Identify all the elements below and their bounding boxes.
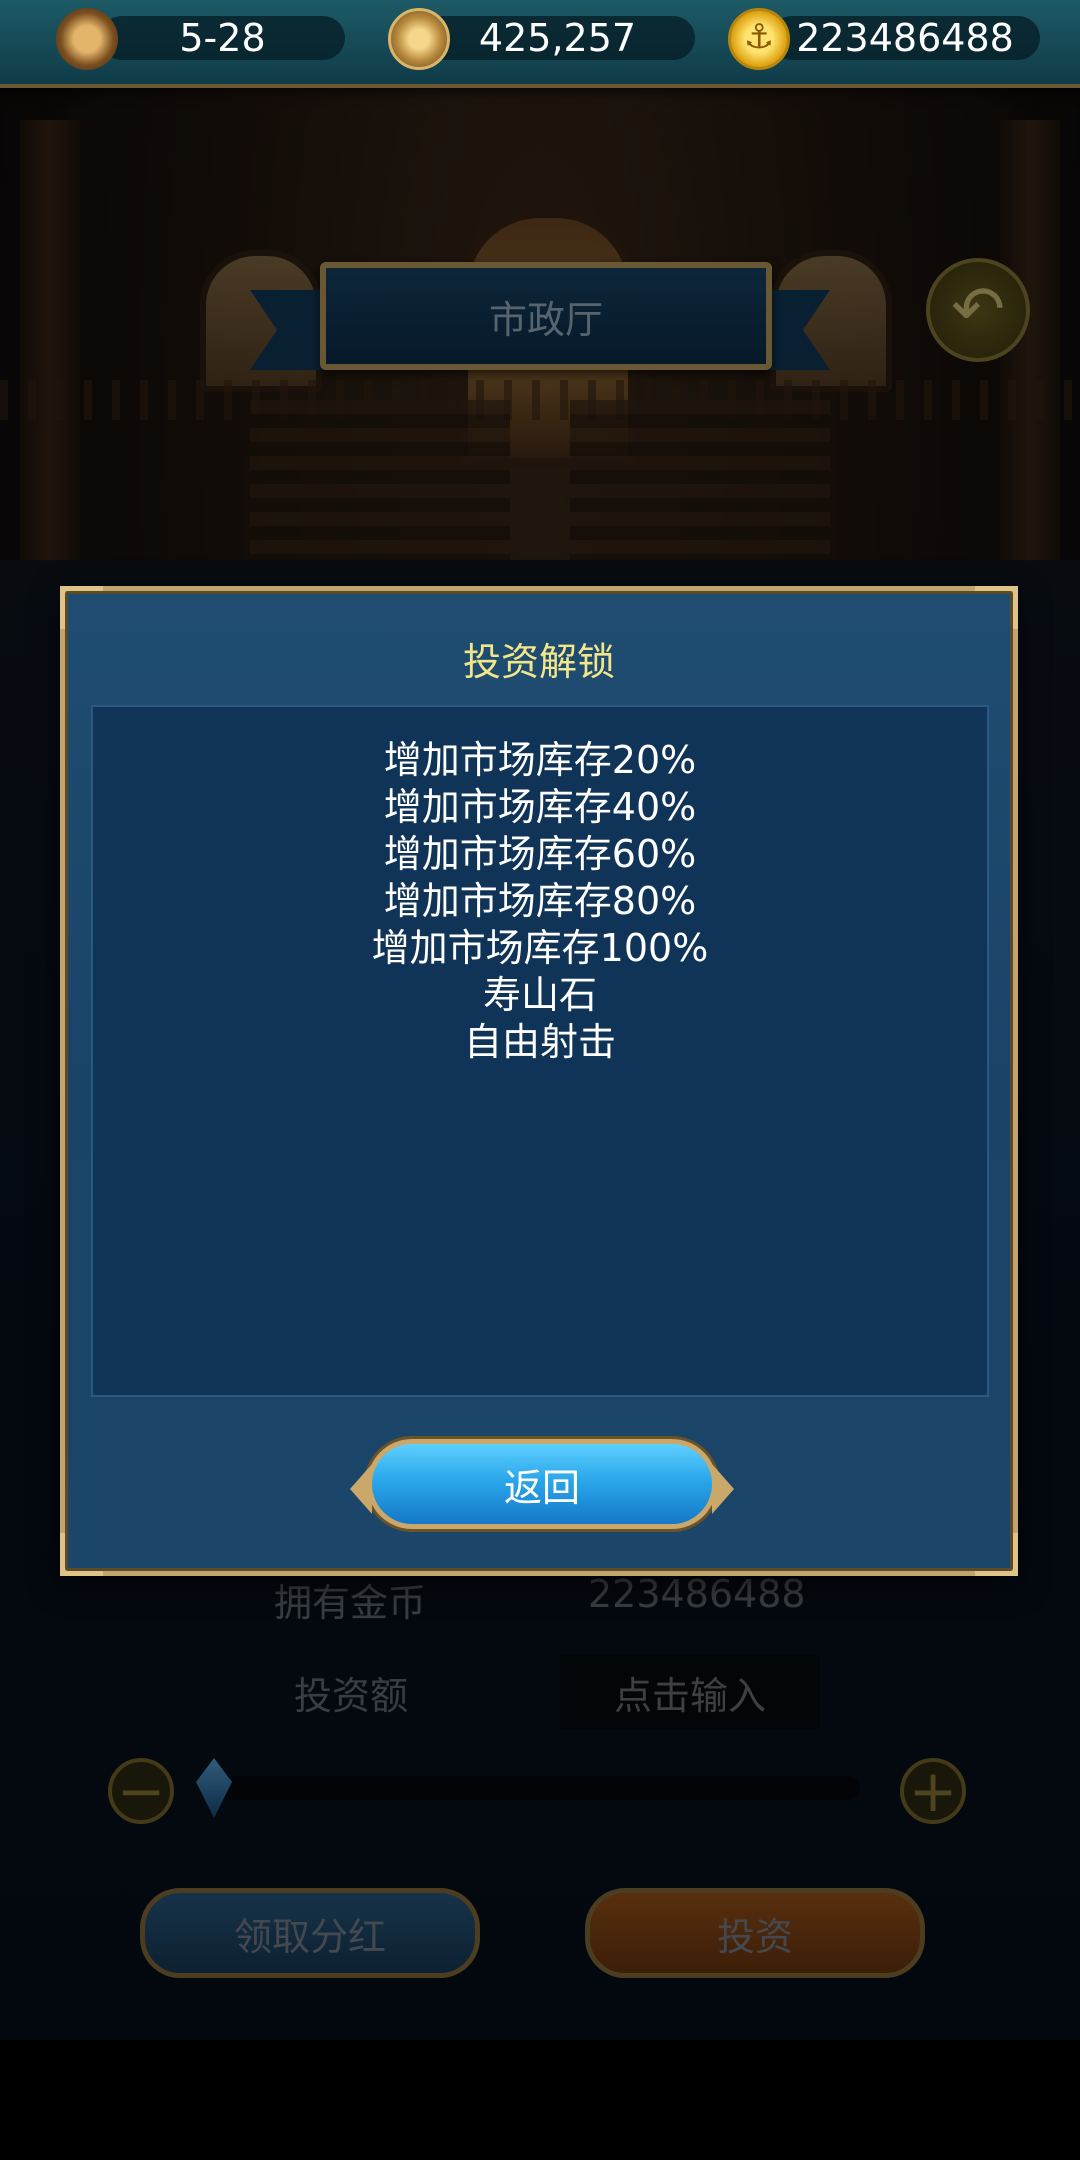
return-button[interactable]: 返回	[350, 1439, 717, 1529]
reputation-value: 425,257	[478, 16, 637, 60]
unlock-item: 增加市场库存100%	[371, 926, 709, 970]
unlock-item: 寿山石	[482, 973, 597, 1017]
top-resource-bar: 5-28 425,257 223486488	[0, 0, 1080, 88]
frame-corner	[975, 586, 1018, 629]
unlock-item: 增加市场库存80%	[383, 879, 697, 923]
frame-corner	[60, 1533, 103, 1576]
system-navigation-bar	[0, 2040, 1080, 2160]
unlock-item: 增加市场库存20%	[383, 738, 697, 782]
frame-corner	[60, 586, 103, 629]
unlock-item: 自由射击	[463, 1020, 616, 1064]
dialog-title: 投资解锁	[462, 640, 615, 684]
gold-counter: 223486488	[770, 16, 1040, 60]
return-label: 返回	[503, 1465, 580, 1510]
unlock-list: 增加市场库存20% 增加市场库存40% 增加市场库存60% 增加市场库存80% …	[93, 737, 987, 1066]
investment-unlock-dialog: 投资解锁 增加市场库存20% 增加市场库存40% 增加市场库存60% 增加市场库…	[60, 586, 1018, 1576]
turn-value: 5-28	[179, 16, 266, 60]
reputation-counter: 425,257	[420, 16, 695, 60]
turn-counter: 5-28	[100, 16, 345, 60]
gold-value: 223486488	[796, 16, 1014, 60]
unlock-list-box: 增加市场库存20% 增加市场库存40% 增加市场库存60% 增加市场库存80% …	[91, 705, 989, 1397]
hourglass-icon	[56, 8, 118, 70]
frame-corner	[975, 1533, 1018, 1576]
compass-icon	[388, 8, 450, 70]
gold-coin-icon	[728, 8, 790, 70]
button-ornament	[350, 1464, 372, 1514]
unlock-item: 增加市场库存60%	[383, 832, 697, 876]
button-ornament	[712, 1464, 734, 1514]
unlock-item: 增加市场库存40%	[383, 785, 697, 829]
